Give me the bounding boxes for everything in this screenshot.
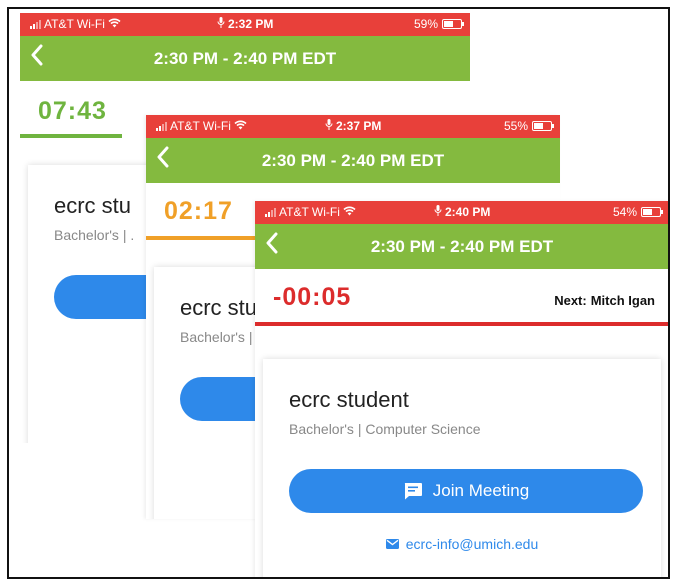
status-bar: AT&T Wi-Fi 2:37 PM 55% bbox=[146, 115, 560, 138]
signal-icon bbox=[265, 207, 276, 217]
student-program: Bachelor's | bbox=[180, 329, 253, 345]
nav-title: 2:30 PM - 2:40 PM EDT bbox=[370, 237, 554, 256]
wifi-icon bbox=[234, 119, 247, 133]
phone-icon bbox=[414, 577, 426, 579]
countdown-timer: 07:43 bbox=[38, 97, 107, 125]
student-name: ecrc student bbox=[289, 387, 409, 412]
nav-title: 2:30 PM - 2:40 PM EDT bbox=[261, 151, 445, 170]
nav-bar: 2:30 PM - 2:40 PM EDT bbox=[20, 36, 470, 81]
carrier-label: AT&T Wi-Fi bbox=[279, 205, 340, 219]
wifi-icon bbox=[108, 17, 121, 31]
join-meeting-label: Join Meeting bbox=[432, 481, 530, 500]
timer-progress-bar bbox=[255, 322, 668, 326]
email-icon bbox=[385, 536, 399, 552]
battery-percent: 59% bbox=[413, 17, 438, 31]
student-program: Bachelor's | Computer Science bbox=[289, 421, 481, 437]
battery-icon bbox=[641, 207, 663, 217]
carrier-label: AT&T Wi-Fi bbox=[44, 17, 105, 31]
next-student: Next: Mitch Igan bbox=[554, 293, 655, 308]
timer-progress-bar bbox=[146, 236, 258, 240]
battery-icon bbox=[442, 19, 464, 29]
battery-icon bbox=[532, 121, 554, 131]
signal-icon bbox=[156, 121, 167, 131]
student-name: ecrc stu bbox=[180, 295, 258, 320]
phone-screen-3: AT&T Wi-Fi 2:40 PM 54% 2:30 PM - 2:40 PM… bbox=[255, 201, 668, 579]
phone-number: 7346477160 bbox=[433, 577, 511, 579]
student-name: ecrc stu bbox=[54, 193, 132, 218]
signal-icon bbox=[30, 19, 41, 29]
screenshot-frame: AT&T Wi-Fi 2:32 PM 59% 2:30 PM - 2:40 PM… bbox=[7, 7, 670, 579]
phone-link[interactable]: 7346477160 bbox=[263, 577, 661, 579]
status-bar: AT&T Wi-Fi 2:40 PM 54% bbox=[255, 201, 668, 224]
student-card: ecrc student Bachelor's | Computer Scien… bbox=[263, 359, 661, 579]
next-student-name: Mitch Igan bbox=[590, 293, 655, 308]
status-time: 2:37 PM bbox=[335, 119, 382, 133]
battery-percent: 55% bbox=[503, 119, 528, 133]
countdown-timer: -00:05 bbox=[273, 283, 352, 311]
nav-bar: 2:30 PM - 2:40 PM EDT bbox=[255, 224, 668, 269]
wifi-icon bbox=[343, 205, 356, 219]
status-time: 2:32 PM bbox=[227, 17, 274, 31]
join-meeting-button[interactable]: Join Meeting bbox=[289, 469, 643, 513]
carrier-label: AT&T Wi-Fi bbox=[170, 119, 231, 133]
timer-progress-bar bbox=[20, 134, 122, 138]
email-link[interactable]: ecrc-info@umich.edu bbox=[263, 536, 661, 552]
countdown-timer: 02:17 bbox=[164, 197, 233, 225]
battery-percent: 54% bbox=[612, 205, 637, 219]
microphone-icon bbox=[325, 119, 336, 133]
nav-title: 2:30 PM - 2:40 PM EDT bbox=[153, 49, 337, 68]
microphone-icon bbox=[434, 205, 445, 219]
next-label: Next: bbox=[554, 293, 587, 308]
nav-bar: 2:30 PM - 2:40 PM EDT bbox=[146, 138, 560, 183]
status-time: 2:40 PM bbox=[444, 205, 491, 219]
microphone-icon bbox=[217, 17, 228, 31]
email-address: ecrc-info@umich.edu bbox=[405, 536, 539, 552]
chat-icon bbox=[403, 482, 423, 500]
status-bar: AT&T Wi-Fi 2:32 PM 59% bbox=[20, 13, 470, 36]
student-program: Bachelor's | . bbox=[54, 227, 135, 243]
